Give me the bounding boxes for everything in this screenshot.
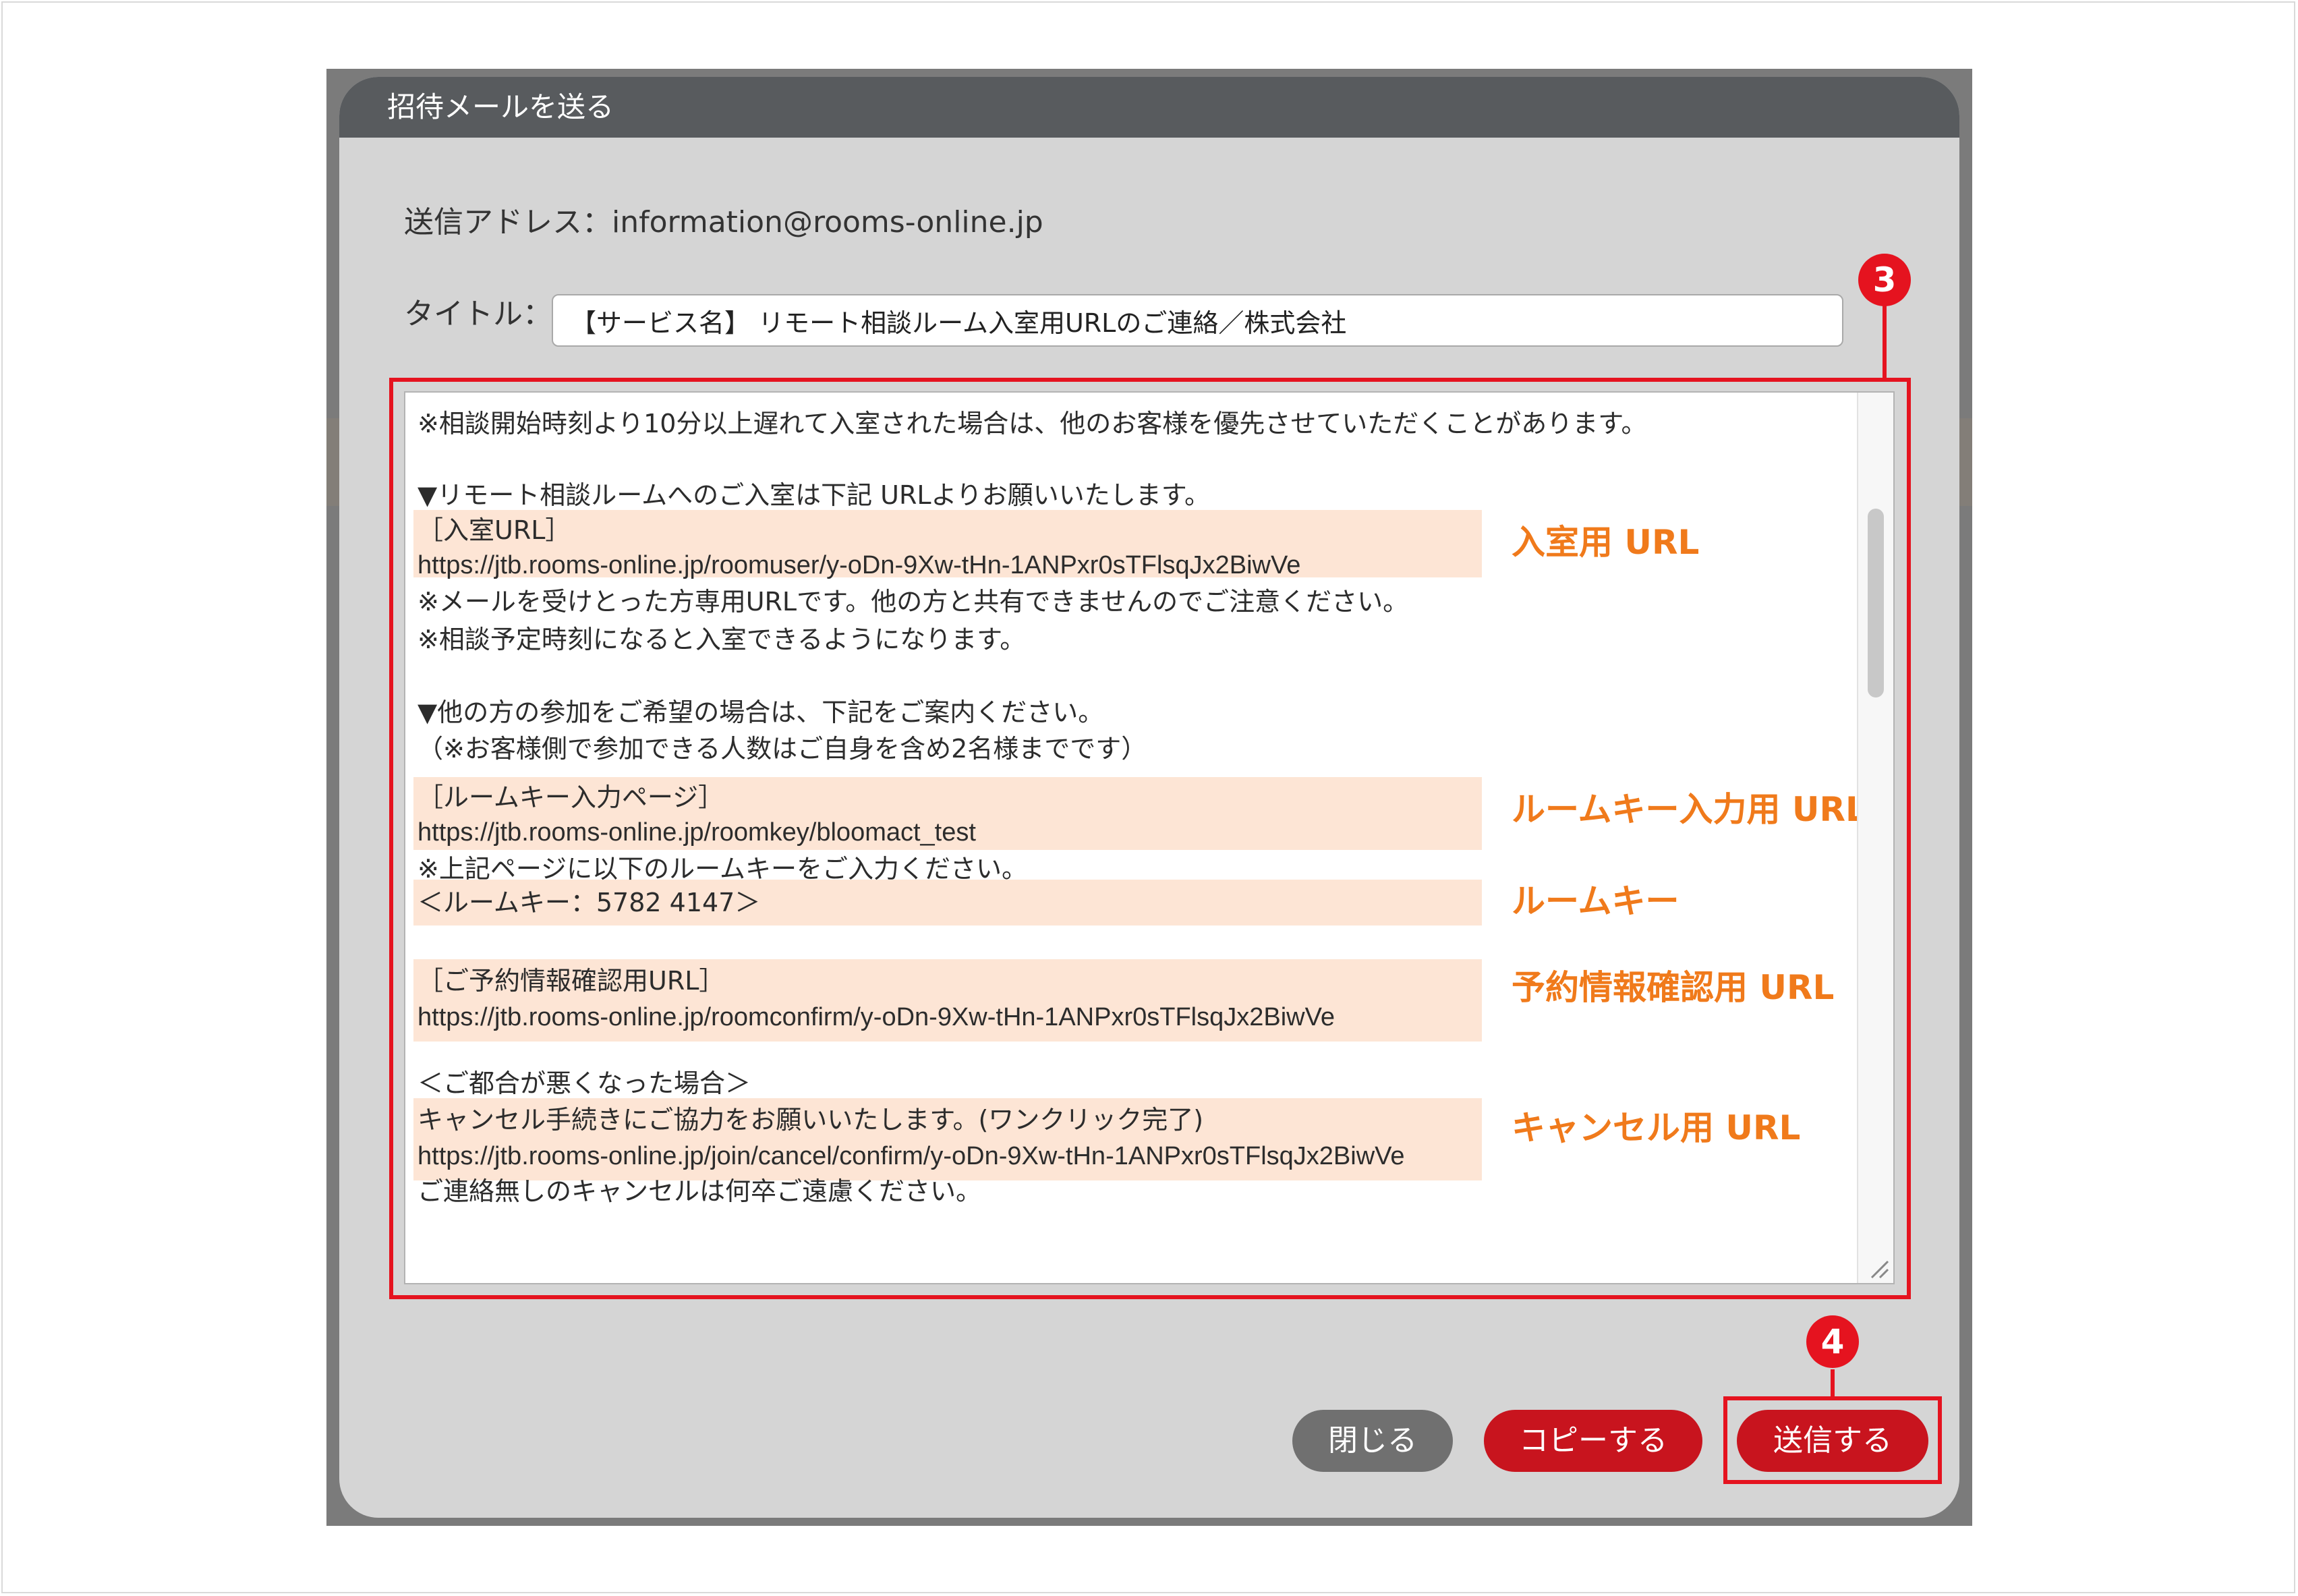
callout-cancel-url: キャンセル用 URL [1512,1108,1801,1147]
callout-reservation-url: 予約情報確認用 URL [1512,968,1835,1007]
dialog-header: 招待メールを送る [339,77,1959,138]
close-button[interactable]: 閉じる [1292,1410,1453,1472]
callout-roomkey-url: ルームキー入力用 URL [1512,790,1867,829]
mail-line-entry-url[interactable]: https://jtb.rooms-online.jp/roomuser/y-o… [418,548,1300,583]
mail-line-entry-label: ［入室URL］ [418,515,571,545]
step-badge-4: 4 [1806,1315,1859,1368]
dialog-title: 招待メールを送る [387,90,614,123]
sender-address: 送信アドレス：information@rooms-online.jp [404,205,1043,239]
mail-line-entry-note2: ※相談予定時刻になると入室できるようになります。 [418,625,1026,654]
mail-line-guest-limit: （※お客様側で参加できる人数はご自身を含め2名様までです） [418,734,1147,764]
mail-line-cancel-request: キャンセル手続きにご協力をお願いいたします。(ワンクリック完了) [418,1105,1204,1135]
mail-line-cancel-url[interactable]: https://jtb.rooms-online.jp/join/cancel/… [418,1139,1405,1174]
mail-body-textarea[interactable]: ※相談開始時刻より10分以上遅れて入室された場合は、他のお客様を優先させていただ… [404,391,1895,1284]
mail-line-late-notice: ※相談開始時刻より10分以上遅れて入室された場合は、他のお客様を優先させていただ… [418,409,1647,438]
send-button[interactable]: 送信する [1737,1410,1928,1472]
resize-grip-icon[interactable] [1866,1256,1889,1279]
mail-line-reservation-label: ［ご予約情報確認用URL］ [418,966,725,996]
mail-line-reservation-url[interactable]: https://jtb.rooms-online.jp/roomconfirm/… [418,1000,1335,1035]
invite-mail-dialog: 招待メールを送る 送信アドレス：information@rooms-online… [339,77,1959,1518]
mail-line-cancel-heading: ＜ご都合が悪くなった場合＞ [418,1068,751,1098]
mail-line-guest-intro: ▼他の方の参加をご希望の場合は、下記をご案内ください。 [418,697,1104,727]
callout-roomkey: ルームキー [1512,882,1679,921]
mail-line-roomkey-url[interactable]: https://jtb.rooms-online.jp/roomkey/bloo… [418,815,976,850]
mail-line-entry-intro: ▼リモート相談ルームへのご入室は下記 URLよりお願いいたします。 [418,480,1210,510]
copy-button[interactable]: コピーする [1484,1410,1702,1472]
mail-title-input[interactable] [552,294,1843,347]
mail-line-roomkey-note: ※上記ページに以下のルームキーをご入力ください。 [418,854,1027,884]
scrollbar-thumb[interactable] [1868,509,1884,697]
step-badge-3: 3 [1858,254,1911,306]
callout-entry-url: 入室用 URL [1512,523,1700,562]
mail-line-roomkey: ＜ルームキー：5782 4147＞ [418,888,761,917]
vertical-scrollbar[interactable] [1857,393,1893,1283]
title-label: タイトル： [404,297,552,331]
mail-line-cancel-note: ご連絡無しのキャンセルは何卒ご遠慮ください。 [418,1176,982,1206]
mail-line-roomkey-page-label: ［ルームキー入力ページ］ [418,782,724,812]
mail-line-entry-note1: ※メールを受けとった方専用URLです。他の方と共有できませんのでご注意ください。 [418,587,1409,617]
